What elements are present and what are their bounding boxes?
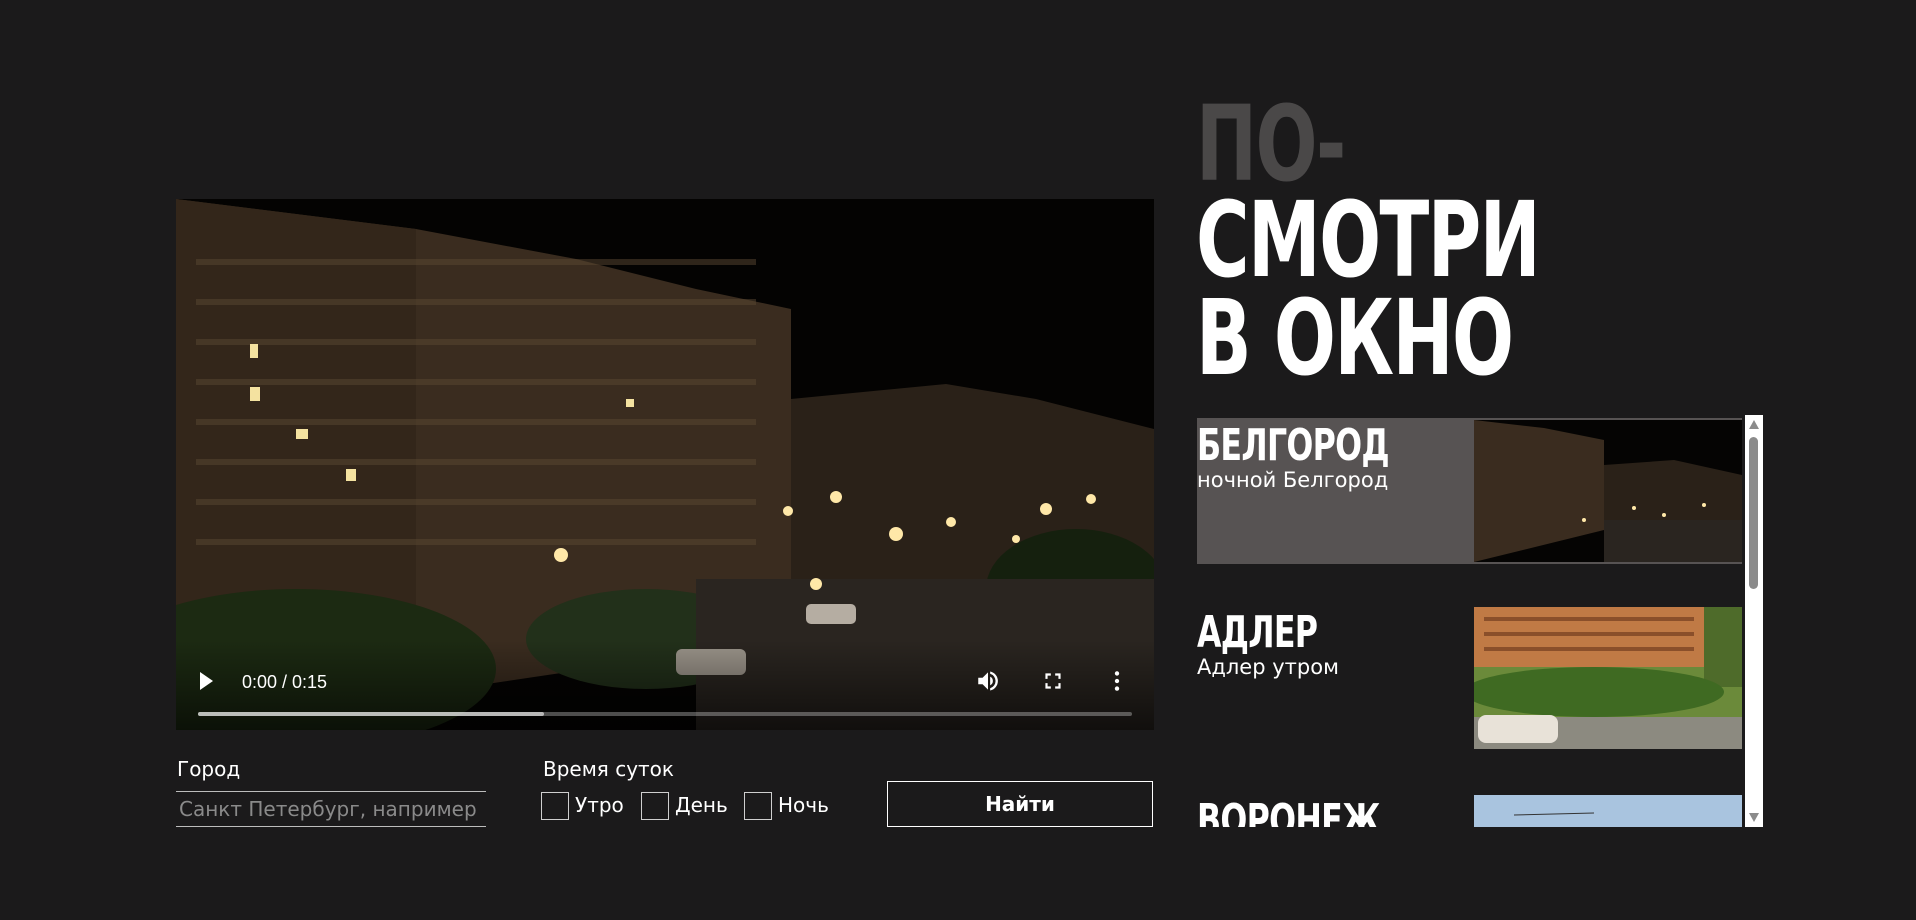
video-controls: 0:00 / 0:15 — [176, 640, 1154, 730]
video-progress-fill — [198, 712, 544, 716]
city-description: ночной Белгород — [1197, 468, 1389, 492]
city-label: Город — [177, 757, 241, 781]
city-thumbnail-voronezh — [1474, 795, 1742, 827]
city-list-scrollbar[interactable] — [1745, 415, 1763, 827]
city-thumbnail-adler — [1474, 607, 1742, 749]
fullscreen-icon[interactable] — [1040, 668, 1066, 694]
morning-checkbox[interactable] — [541, 792, 569, 820]
city-name: БЕЛГОРОД — [1197, 420, 1390, 471]
video-player[interactable]: 0:00 / 0:15 — [176, 199, 1154, 730]
page-title-line-3: В ОКНО — [1196, 277, 1514, 399]
city-name: ВОРОНЕЖ — [1197, 795, 1381, 827]
scrollbar-thumb[interactable] — [1749, 437, 1758, 589]
play-icon[interactable] — [200, 672, 213, 690]
night-label: Ночь — [778, 793, 829, 817]
more-vertical-icon[interactable] — [1104, 668, 1130, 694]
video-time: 0:00 / 0:15 — [242, 672, 328, 692]
city-item-voronezh[interactable]: ВОРОНЕЖ — [1197, 793, 1742, 827]
city-name: АДЛЕР — [1197, 607, 1318, 658]
scroll-up-icon[interactable] — [1749, 420, 1759, 429]
find-button[interactable]: Найти — [887, 781, 1153, 827]
scroll-down-icon[interactable] — [1749, 813, 1759, 822]
morning-label: Утро — [575, 793, 624, 817]
city-description: Адлер утром — [1197, 655, 1339, 679]
video-progress[interactable] — [198, 712, 1132, 716]
city-thumbnail-belgorod — [1474, 420, 1742, 562]
day-checkbox[interactable] — [641, 792, 669, 820]
day-label: День — [675, 793, 728, 817]
city-item-adler[interactable]: АДЛЕР Адлер утром — [1197, 605, 1742, 751]
time-of-day-label: Время суток — [543, 757, 674, 781]
city-input[interactable] — [176, 791, 486, 827]
volume-icon[interactable] — [975, 668, 1001, 694]
night-checkbox[interactable] — [744, 792, 772, 820]
city-item-belgorod[interactable]: БЕЛГОРОД ночной Белгород — [1197, 418, 1742, 564]
city-list[interactable]: БЕЛГОРОД ночной Белгород АДЛЕР Адлер утр… — [1197, 415, 1763, 827]
